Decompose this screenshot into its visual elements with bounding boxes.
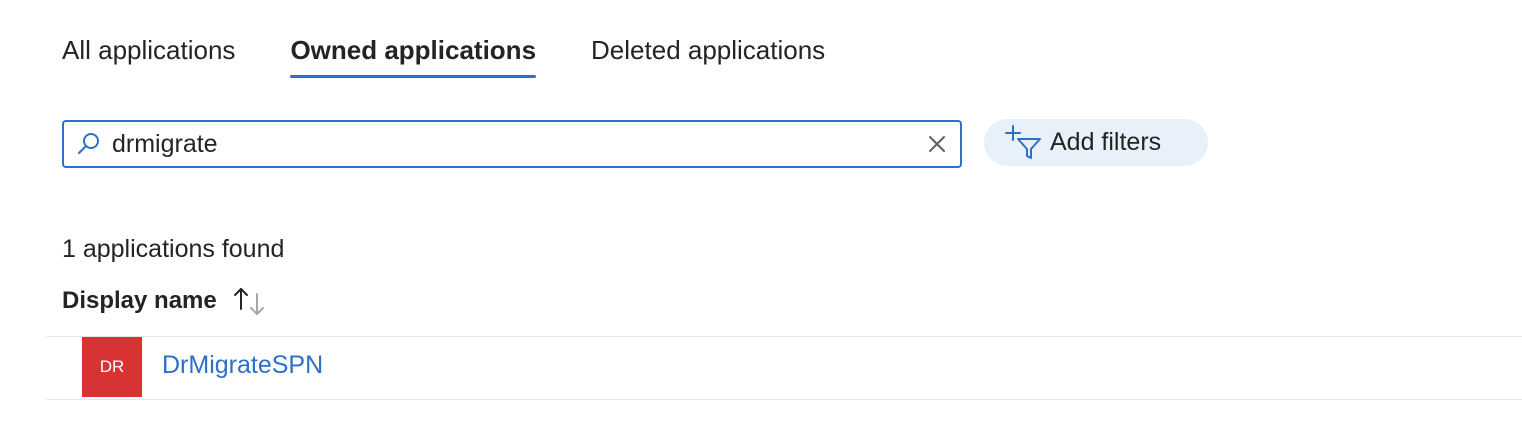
sort-ascending-icon[interactable] [231,283,271,319]
search-box[interactable] [62,120,962,168]
app-name-link[interactable]: DrMigrateSPN [162,349,323,381]
search-icon [74,129,104,159]
close-icon[interactable] [922,129,952,159]
tab-owned-applications[interactable]: Owned applications [290,30,536,78]
add-filters-button[interactable]: Add filters [984,119,1208,166]
tab-all-applications[interactable]: All applications [62,30,235,78]
table-row[interactable]: DR DrMigrateSPN [46,337,1522,399]
search-input[interactable] [104,123,922,165]
tab-bar: All applications Owned applications Dele… [62,30,880,86]
tab-deleted-applications[interactable]: Deleted applications [591,30,825,78]
add-filters-label: Add filters [1050,128,1162,156]
avatar: DR [82,337,142,397]
add-filter-icon [1004,123,1044,163]
table-divider-bottom [46,399,1522,400]
results-count: 1 applications found [62,235,285,263]
column-header-label: Display name [62,287,217,314]
column-header-display-name[interactable]: Display name [62,283,271,319]
